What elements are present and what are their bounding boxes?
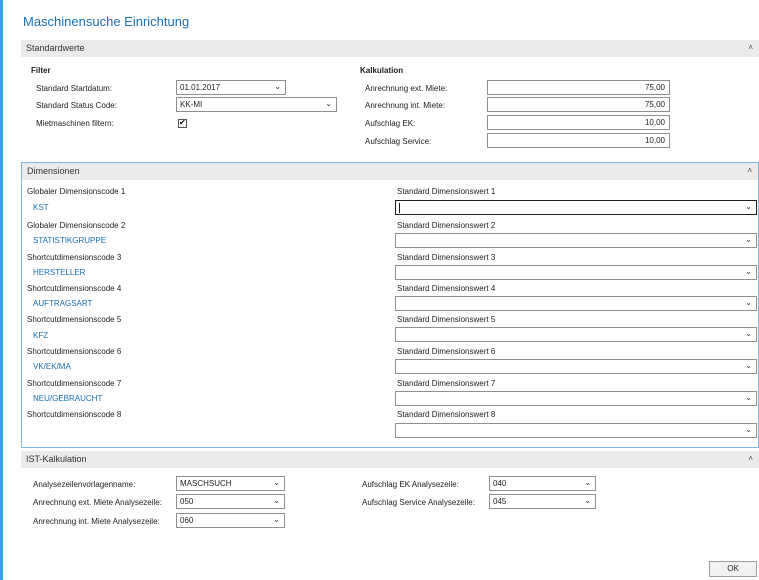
- dim-code-label-4: Shortcutdimensionscode 4: [27, 284, 122, 293]
- anrechnung-int-analysezeile-label: Anrechnung int. Miete Analysezeile:: [33, 517, 160, 526]
- status-field[interactable]: KK-MI ⌄: [176, 97, 337, 112]
- ok-button[interactable]: OK: [709, 561, 757, 577]
- aufschlag-ek-analysezeile-label: Aufschlag EK Analysezeile:: [362, 480, 459, 489]
- dim-code-label-8: Shortcutdimensionscode 8: [27, 410, 122, 419]
- dim-code-label-1: Globaler Dimensionscode 1: [27, 187, 126, 196]
- anrechnung-ext-label: Anrechnung ext. Miete:: [365, 84, 448, 93]
- dim-code-value-1[interactable]: KST: [33, 203, 49, 212]
- dim-code-value-2[interactable]: STATISTIKGRUPPE: [33, 236, 106, 245]
- anrechnung-int-analysezeile-value: 060: [180, 516, 194, 525]
- collapse-icon[interactable]: ˄: [748, 454, 753, 463]
- dim-code-value-6[interactable]: VK/EK/MA: [33, 362, 71, 371]
- dimensionen-title: Dimensionen: [27, 166, 80, 176]
- analysezeilenvorlage-label: Analysezeilenvorlagenname:: [33, 480, 136, 489]
- dim-code-value-7[interactable]: NEU/GEBRAUCHT: [33, 394, 102, 403]
- dim-code-label-5: Shortcutdimensionscode 5: [27, 315, 122, 324]
- dim-wert-label-8: Standard Dimensionswert 8: [397, 410, 496, 419]
- aufschlag-service-field[interactable]: 10,00: [487, 133, 670, 148]
- startdatum-field[interactable]: 01.01.2017 ⌄: [176, 80, 286, 95]
- ist-kalkulation-title: IST-Kalkulation: [26, 454, 87, 464]
- dim-wert-label-2: Standard Dimensionswert 2: [397, 221, 496, 230]
- mietmaschinen-checkbox[interactable]: ✔: [178, 118, 187, 128]
- chevron-down-icon[interactable]: ⌄: [745, 393, 752, 402]
- chevron-down-icon[interactable]: ⌄: [325, 99, 332, 108]
- dim-code-label-6: Shortcutdimensionscode 6: [27, 347, 122, 356]
- anrechnung-ext-field[interactable]: 75,00: [487, 80, 670, 95]
- dim-wert-label-6: Standard Dimensionswert 6: [397, 347, 496, 356]
- dim-code-value-3[interactable]: HERSTELLER: [33, 268, 85, 277]
- chevron-down-icon[interactable]: ⌄: [584, 478, 591, 487]
- dim-code-label-3: Shortcutdimensionscode 3: [27, 253, 122, 262]
- chevron-down-icon[interactable]: ⌄: [274, 82, 281, 91]
- dim-wert-field-3[interactable]: ⌄: [395, 265, 757, 280]
- ist-kalkulation-header[interactable]: IST-Kalkulation ˄: [21, 451, 759, 468]
- standardwerte-title: Standardwerte: [26, 43, 85, 53]
- chevron-down-icon[interactable]: ⌄: [273, 496, 280, 505]
- collapse-icon[interactable]: ˄: [747, 166, 752, 175]
- aufschlag-service-analysezeile-label: Aufschlag Service Analysezeile:: [362, 498, 475, 507]
- aufschlag-ek-analysezeile-value: 040: [493, 479, 507, 488]
- analysezeilenvorlage-value: MASCHSUCH: [180, 479, 232, 488]
- dimensionen-header[interactable]: Dimensionen ˄: [22, 163, 758, 180]
- chevron-down-icon[interactable]: ⌄: [745, 202, 752, 211]
- standardwerte-header[interactable]: Standardwerte ˄: [21, 40, 759, 57]
- chevron-down-icon[interactable]: ⌄: [745, 329, 752, 338]
- chevron-down-icon[interactable]: ⌄: [745, 235, 752, 244]
- dim-code-label-2: Globaler Dimensionscode 2: [27, 221, 126, 230]
- check-icon: ✔: [179, 118, 186, 127]
- chevron-down-icon[interactable]: ⌄: [273, 515, 280, 524]
- aufschlag-ek-label: Aufschlag EK:: [365, 119, 416, 128]
- dim-code-value-5[interactable]: KFZ: [33, 331, 48, 340]
- anrechnung-int-label: Anrechnung int. Miete:: [365, 101, 446, 110]
- status-value: KK-MI: [180, 100, 203, 109]
- anrechnung-int-field[interactable]: 75,00: [487, 97, 670, 112]
- mietmaschinen-label: Mietmaschinen filtern:: [36, 119, 114, 128]
- chevron-down-icon[interactable]: ⌄: [745, 298, 752, 307]
- anrechnung-ext-value: 75,00: [644, 83, 665, 92]
- aufschlag-service-analysezeile-value: 045: [493, 497, 507, 506]
- aufschlag-service-label: Aufschlag Service:: [365, 137, 432, 146]
- dim-wert-field-7[interactable]: ⌄: [395, 391, 757, 406]
- dim-wert-field-4[interactable]: ⌄: [395, 296, 757, 311]
- anrechnung-ext-analysezeile-label: Anrechnung ext. Miete Analysezeile:: [33, 498, 162, 507]
- dim-wert-field-5[interactable]: ⌄: [395, 327, 757, 342]
- text-caret: [399, 203, 400, 213]
- accent-bar: [0, 0, 3, 580]
- kalkulation-group-label: Kalkulation: [360, 66, 404, 75]
- aufschlag-ek-analysezeile-field[interactable]: 040 ⌄: [489, 476, 596, 491]
- dim-wert-field-1[interactable]: ⌄: [395, 200, 757, 215]
- anrechnung-ext-analysezeile-field[interactable]: 050 ⌄: [176, 494, 285, 509]
- dim-wert-field-6[interactable]: ⌄: [395, 359, 757, 374]
- filter-group-label: Filter: [31, 66, 51, 75]
- dim-wert-field-2[interactable]: ⌄: [395, 233, 757, 248]
- aufschlag-service-analysezeile-field[interactable]: 045 ⌄: [489, 494, 596, 509]
- chevron-down-icon[interactable]: ⌄: [745, 267, 752, 276]
- anrechnung-ext-analysezeile-value: 050: [180, 497, 194, 506]
- dim-wert-label-5: Standard Dimensionswert 5: [397, 315, 496, 324]
- dim-wert-label-3: Standard Dimensionswert 3: [397, 253, 496, 262]
- anrechnung-int-analysezeile-field[interactable]: 060 ⌄: [176, 513, 285, 528]
- dimensionen-section: Dimensionen ˄ Globaler Dimensionscode 1 …: [21, 162, 759, 448]
- dim-wert-label-4: Standard Dimensionswert 4: [397, 284, 496, 293]
- dim-wert-label-7: Standard Dimensionswert 7: [397, 379, 496, 388]
- dim-code-label-7: Shortcutdimensionscode 7: [27, 379, 122, 388]
- chevron-down-icon[interactable]: ⌄: [584, 496, 591, 505]
- dim-wert-field-8[interactable]: ⌄: [395, 423, 757, 438]
- aufschlag-service-value: 10,00: [644, 136, 665, 145]
- analysezeilenvorlage-field[interactable]: MASCHSUCH ⌄: [176, 476, 285, 491]
- dim-wert-label-1: Standard Dimensionswert 1: [397, 187, 496, 196]
- aufschlag-ek-field[interactable]: 10,00: [487, 115, 670, 130]
- startdatum-value: 01.01.2017: [180, 83, 221, 92]
- chevron-down-icon[interactable]: ⌄: [745, 425, 752, 434]
- collapse-icon[interactable]: ˄: [748, 43, 753, 52]
- chevron-down-icon[interactable]: ⌄: [273, 478, 280, 487]
- status-label: Standard Status Code:: [36, 101, 117, 110]
- startdatum-label: Standard Startdatum:: [36, 84, 113, 93]
- chevron-down-icon[interactable]: ⌄: [745, 361, 752, 370]
- anrechnung-int-value: 75,00: [644, 100, 665, 109]
- aufschlag-ek-value: 10,00: [644, 118, 665, 127]
- page-title: Maschinensuche Einrichtung: [23, 14, 190, 29]
- dim-code-value-4[interactable]: AUFTRAGSART: [33, 299, 92, 308]
